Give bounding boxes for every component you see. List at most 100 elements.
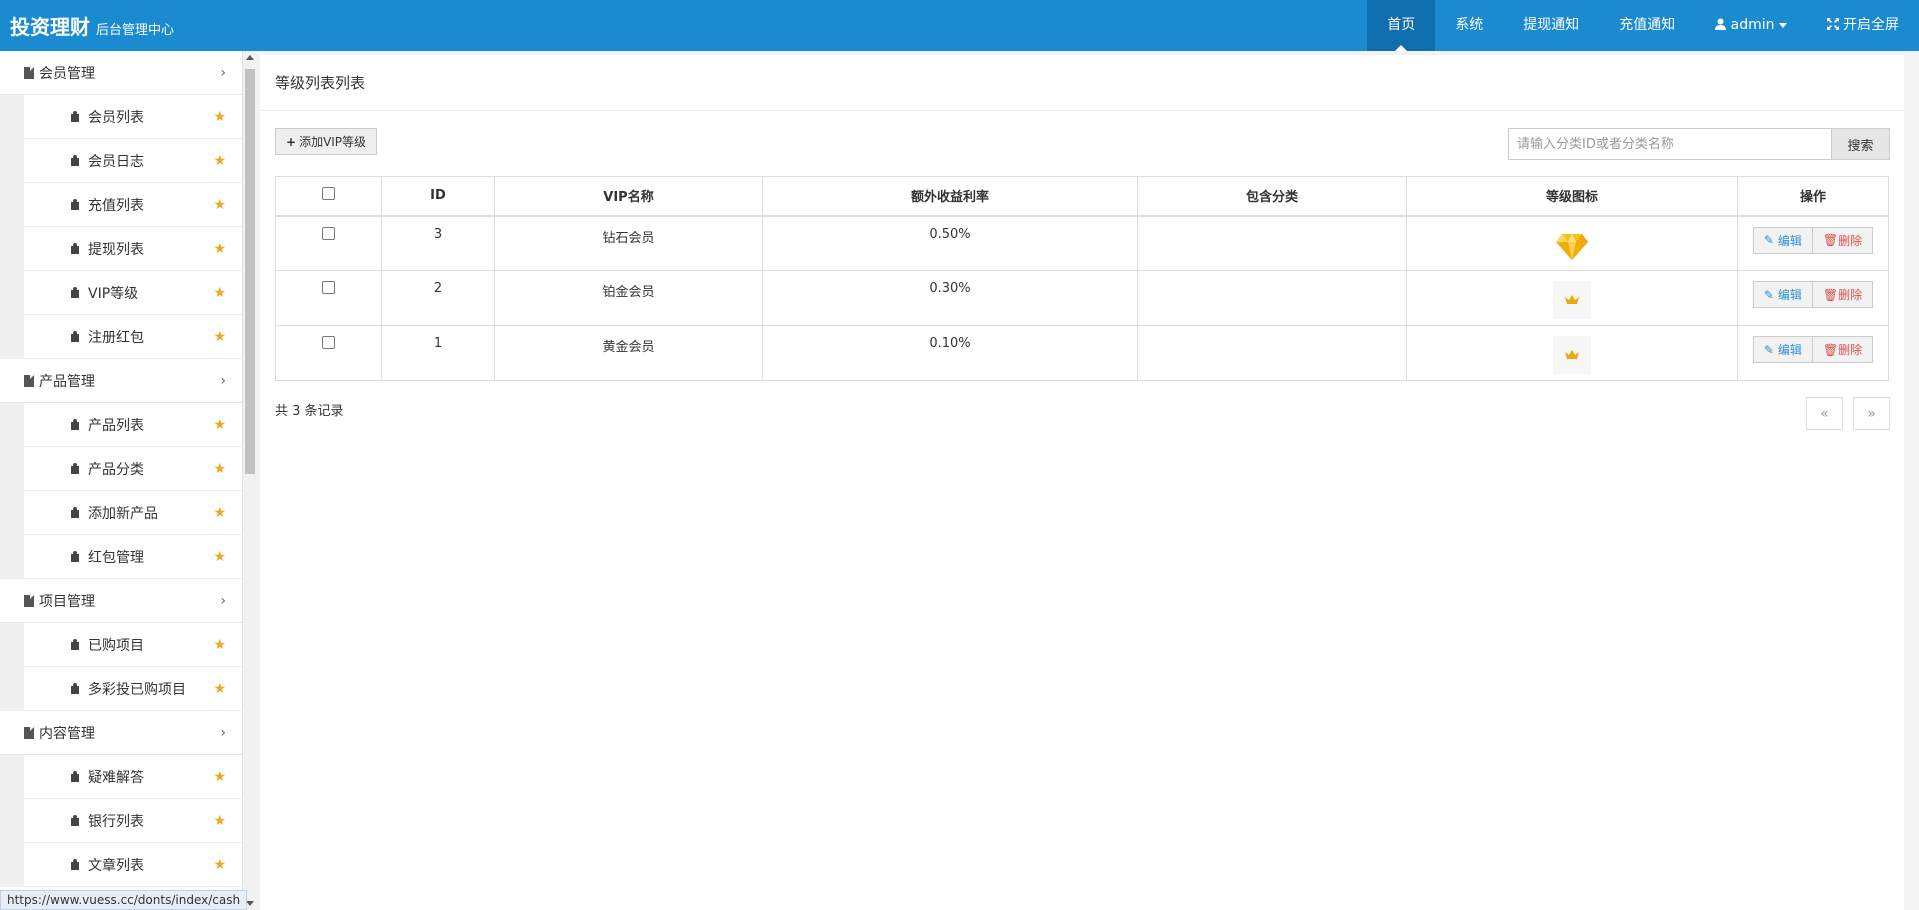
id-cell: 1 bbox=[381, 325, 495, 381]
sidebar-item-bonus-manage[interactable]: 红包管理 ★ bbox=[24, 535, 242, 579]
sidebar-group-content[interactable]: 内容管理 › bbox=[0, 711, 242, 755]
sidebar-item-label: 充值列表 bbox=[88, 197, 144, 214]
select-all-header bbox=[275, 176, 382, 217]
select-all-checkbox[interactable] bbox=[322, 187, 335, 201]
puzzle-icon bbox=[71, 859, 82, 870]
scroll-thumb[interactable] bbox=[245, 69, 255, 474]
row-checkbox[interactable] bbox=[322, 226, 335, 240]
scroll-up-icon[interactable] bbox=[246, 55, 254, 60]
edit-label: 编辑 bbox=[1777, 233, 1802, 248]
brand[interactable]: 投资理财 后台管理中心 bbox=[0, 11, 174, 40]
sidebar-group-label: 产品管理 bbox=[39, 373, 95, 390]
file-icon bbox=[24, 66, 34, 79]
row-select-cell bbox=[275, 325, 382, 381]
nav-system-label: 系统 bbox=[1455, 17, 1484, 33]
search-bar: 搜索 bbox=[1508, 128, 1890, 160]
sidebar-item-purchased-projects[interactable]: 已购项目 ★ bbox=[24, 623, 242, 667]
sidebar-item-vip-level[interactable]: VIP等级 ★ bbox=[24, 271, 242, 315]
sidebar-item-product-list[interactable]: 产品列表 ★ bbox=[24, 403, 242, 447]
search-button[interactable]: 搜索 bbox=[1832, 128, 1890, 160]
search-input[interactable] bbox=[1508, 128, 1832, 160]
star-icon: ★ bbox=[213, 768, 226, 785]
category-cell bbox=[1137, 325, 1407, 381]
sidebar-item-duocai-purchased[interactable]: 多彩投已购项目 ★ bbox=[24, 667, 242, 711]
puzzle-icon bbox=[71, 507, 82, 518]
edit-button[interactable]: ✎ 编辑 bbox=[1752, 336, 1813, 363]
delete-button[interactable]: 🗑 删除 bbox=[1812, 336, 1874, 363]
nav-home[interactable]: 首页 bbox=[1367, 0, 1436, 51]
row-checkbox[interactable] bbox=[322, 336, 335, 349]
row-checkbox[interactable] bbox=[322, 281, 335, 294]
category-cell bbox=[1137, 270, 1407, 326]
page-title: 等级列表列表 bbox=[260, 55, 1904, 111]
sidebar-item-member-list[interactable]: 会员列表 ★ bbox=[24, 95, 242, 139]
nav-fullscreen[interactable]: 开启全屏 bbox=[1807, 0, 1919, 51]
star-icon: ★ bbox=[213, 460, 226, 477]
id-cell: 3 bbox=[381, 215, 495, 271]
puzzle-icon bbox=[71, 243, 82, 254]
nav-home-label: 首页 bbox=[1387, 17, 1416, 33]
puzzle-icon bbox=[71, 331, 82, 342]
sidebar-item-register-bonus[interactable]: 注册红包 ★ bbox=[24, 315, 242, 359]
table-row: 3 钻石会员 0.50% ✎ 编辑 🗑 删除 bbox=[275, 215, 1889, 271]
delete-button[interactable]: 🗑 删除 bbox=[1812, 281, 1874, 308]
puzzle-icon bbox=[71, 771, 82, 782]
file-icon bbox=[24, 374, 34, 387]
column-header-vip-name: VIP名称 bbox=[494, 176, 763, 217]
sidebar-item-faq[interactable]: 疑难解答 ★ bbox=[24, 755, 242, 799]
file-icon bbox=[24, 726, 34, 739]
chevron-right-icon: › bbox=[220, 64, 226, 81]
sidebar-item-label: 产品分类 bbox=[88, 461, 144, 478]
sidebar-group-products[interactable]: 产品管理 › bbox=[0, 359, 242, 403]
rate-cell: 0.50% bbox=[762, 215, 1138, 271]
toolbar: + 添加VIP等级 bbox=[275, 128, 378, 155]
add-vip-level-button[interactable]: + 添加VIP等级 bbox=[275, 128, 378, 155]
sidebar-item-product-category[interactable]: 产品分类 ★ bbox=[24, 447, 242, 491]
sidebar-group-members[interactable]: 会员管理 › bbox=[0, 51, 242, 95]
chevron-down-icon bbox=[1778, 22, 1787, 28]
sidebar-item-bank-list[interactable]: 银行列表 ★ bbox=[24, 799, 242, 843]
puzzle-icon bbox=[71, 639, 82, 650]
sidebar-item-article-list[interactable]: 文章列表 ★ bbox=[24, 843, 242, 887]
sidebar-item-label: 会员日志 bbox=[88, 153, 144, 170]
sidebar-group-label: 内容管理 bbox=[39, 725, 95, 742]
id-cell: 2 bbox=[381, 270, 495, 326]
scroll-down-icon[interactable] bbox=[246, 901, 254, 906]
nav-recharge-notice[interactable]: 充值通知 bbox=[1599, 0, 1695, 51]
edit-icon: ✎ bbox=[1763, 342, 1774, 357]
nav-user-menu[interactable]: admin bbox=[1695, 0, 1806, 51]
delete-button[interactable]: 🗑 删除 bbox=[1812, 226, 1874, 254]
trash-icon: 🗑 bbox=[1822, 233, 1839, 247]
sidebar-item-recharge-list[interactable]: 充值列表 ★ bbox=[24, 183, 242, 227]
nav-system[interactable]: 系统 bbox=[1435, 0, 1503, 51]
sidebar-item-add-product[interactable]: 添加新产品 ★ bbox=[24, 491, 242, 535]
column-header-category: 包含分类 bbox=[1137, 176, 1407, 217]
prev-page-button[interactable]: « bbox=[1806, 397, 1843, 430]
edit-button[interactable]: ✎ 编辑 bbox=[1752, 226, 1813, 254]
rate-cell: 0.30% bbox=[762, 270, 1138, 326]
star-icon: ★ bbox=[213, 636, 226, 653]
chevron-right-icon: › bbox=[220, 724, 226, 741]
table-row: 1 黄金会员 0.10% ✎ 编辑 🗑 删除 bbox=[275, 325, 1889, 381]
sidebar-item-label: 产品列表 bbox=[88, 417, 144, 434]
edit-button[interactable]: ✎ 编辑 bbox=[1752, 281, 1813, 308]
nav-withdraw-notice[interactable]: 提现通知 bbox=[1503, 0, 1599, 51]
diamond-icon bbox=[1553, 227, 1591, 265]
trash-icon: 🗑 bbox=[1822, 342, 1839, 357]
sidebar-item-withdraw-list[interactable]: 提现列表 ★ bbox=[24, 227, 242, 271]
row-select-cell bbox=[275, 270, 382, 326]
star-icon: ★ bbox=[213, 504, 226, 521]
sidebar-scrollbar[interactable] bbox=[243, 51, 257, 910]
actions-cell: ✎ 编辑 🗑 删除 bbox=[1737, 325, 1889, 381]
puzzle-icon bbox=[71, 815, 82, 826]
column-header-id: ID bbox=[381, 176, 495, 217]
vip-name-cell: 钻石会员 bbox=[494, 215, 763, 271]
star-icon: ★ bbox=[213, 196, 226, 213]
sidebar-item-member-log[interactable]: 会员日志 ★ bbox=[24, 139, 242, 183]
puzzle-icon bbox=[71, 551, 82, 562]
sidebar-group-projects[interactable]: 项目管理 › bbox=[0, 579, 242, 623]
category-cell bbox=[1137, 215, 1407, 271]
record-count: 共 3 条记录 bbox=[275, 404, 344, 419]
top-nav: 首页 系统 提现通知 充值通知 admin 开启全屏 bbox=[1367, 0, 1919, 51]
next-page-button[interactable]: » bbox=[1853, 397, 1890, 430]
